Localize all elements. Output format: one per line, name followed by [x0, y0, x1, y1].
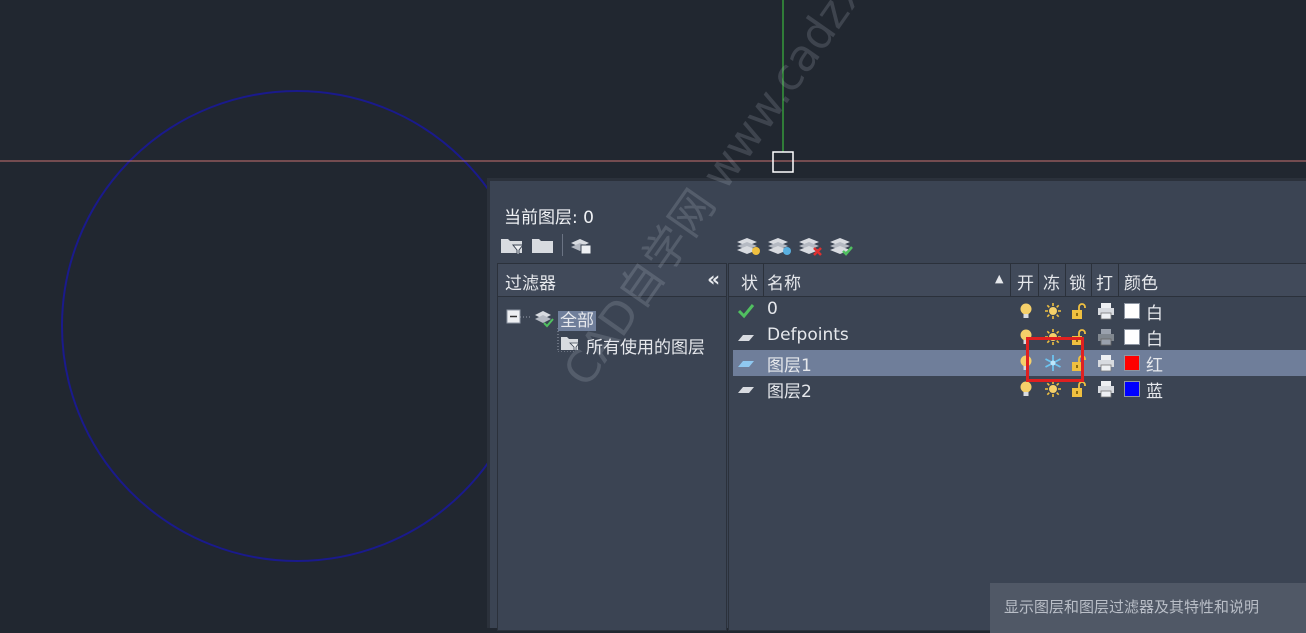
layer-name: 0	[767, 299, 778, 319]
collapse-filter-icon[interactable]: «	[707, 267, 720, 291]
col-plot[interactable]: 打	[1096, 269, 1113, 294]
annotation-highlight-box	[1026, 337, 1084, 382]
layer-status-icon	[737, 354, 755, 372]
tree-node-used-layers[interactable]: 所有使用的图层	[586, 333, 705, 358]
layer-status-icon	[737, 302, 755, 320]
used-layers-filter-icon	[561, 337, 580, 352]
lightbulb-on-icon[interactable]	[1017, 380, 1035, 398]
layer-name: 图层1	[767, 356, 812, 376]
filter-tree-panel: 过滤器 « 全部 所有使用的图层	[497, 263, 727, 631]
col-color[interactable]: 颜色	[1124, 269, 1158, 294]
col-name[interactable]: 名称	[767, 269, 801, 294]
sun-thawed-icon[interactable]	[1044, 302, 1062, 320]
col-on[interactable]: 开	[1017, 269, 1034, 294]
color-name: 白	[1146, 330, 1163, 350]
col-freeze[interactable]: 冻	[1043, 269, 1060, 294]
layer-properties-palette: 当前图层: 0 过滤器 « 全部 所有使用的图层 状 名称 ▲ 开 冻 锁 打 …	[487, 178, 1306, 631]
color-name: 红	[1146, 356, 1163, 376]
sort-ascending-icon: ▲	[995, 272, 1004, 285]
new-property-filter-icon[interactable]	[499, 233, 525, 257]
layer-list-panel: 状 名称 ▲ 开 冻 锁 打 颜色 0 白 Defpoints 白 图层1 红 …	[728, 263, 1306, 631]
filter-header: 过滤器 «	[498, 264, 726, 297]
lock-open-icon[interactable]	[1070, 302, 1088, 320]
printer-icon[interactable]	[1097, 354, 1115, 372]
color-swatch[interactable]	[1124, 329, 1140, 345]
lightbulb-on-icon[interactable]	[1017, 302, 1035, 320]
new-group-filter-icon[interactable]	[530, 233, 556, 257]
col-lock[interactable]: 锁	[1069, 269, 1086, 294]
set-current-icon[interactable]	[828, 233, 854, 257]
filter-title: 过滤器	[505, 274, 556, 294]
color-swatch[interactable]	[1124, 303, 1140, 319]
layer-row[interactable]: Defpoints 白	[733, 324, 1306, 350]
current-layer-label: 当前图层: 0	[504, 208, 594, 228]
pickbox-cursor	[772, 151, 794, 173]
color-swatch[interactable]	[1124, 381, 1140, 397]
color-name: 白	[1146, 304, 1163, 324]
new-layer-icon[interactable]	[735, 233, 761, 257]
layer-row[interactable]: 图层2 蓝	[733, 376, 1306, 402]
layer-name: Defpoints	[767, 325, 849, 345]
sun-thawed-icon[interactable]	[1044, 380, 1062, 398]
layer-status-icon	[737, 328, 755, 346]
layer-states-manager-icon[interactable]	[568, 233, 594, 257]
layer-row[interactable]: 图层1 红	[733, 350, 1306, 376]
layer-name: 图层2	[767, 382, 812, 402]
tree-node-all-label: 全部	[558, 311, 596, 331]
printer-icon[interactable]	[1097, 302, 1115, 320]
printer-icon[interactable]	[1097, 328, 1115, 346]
tooltip: 显示图层和图层过滤器及其特性和说明	[990, 583, 1306, 633]
layer-status-icon	[737, 380, 755, 398]
col-status[interactable]: 状	[741, 269, 758, 294]
all-layers-filter-icon	[535, 311, 554, 328]
lock-open-icon[interactable]	[1070, 380, 1088, 398]
color-name: 蓝	[1146, 382, 1163, 402]
tree-node-all[interactable]: 全部	[558, 306, 596, 331]
new-layer-vp-frozen-icon[interactable]	[766, 233, 792, 257]
layer-row[interactable]: 0 白	[733, 298, 1306, 324]
delete-layer-icon[interactable]	[797, 233, 823, 257]
layer-list-header: 状 名称 ▲ 开 冻 锁 打 颜色	[729, 264, 1306, 297]
toolbar-separator	[562, 234, 563, 256]
printer-icon[interactable]	[1097, 380, 1115, 398]
color-swatch[interactable]	[1124, 355, 1140, 371]
